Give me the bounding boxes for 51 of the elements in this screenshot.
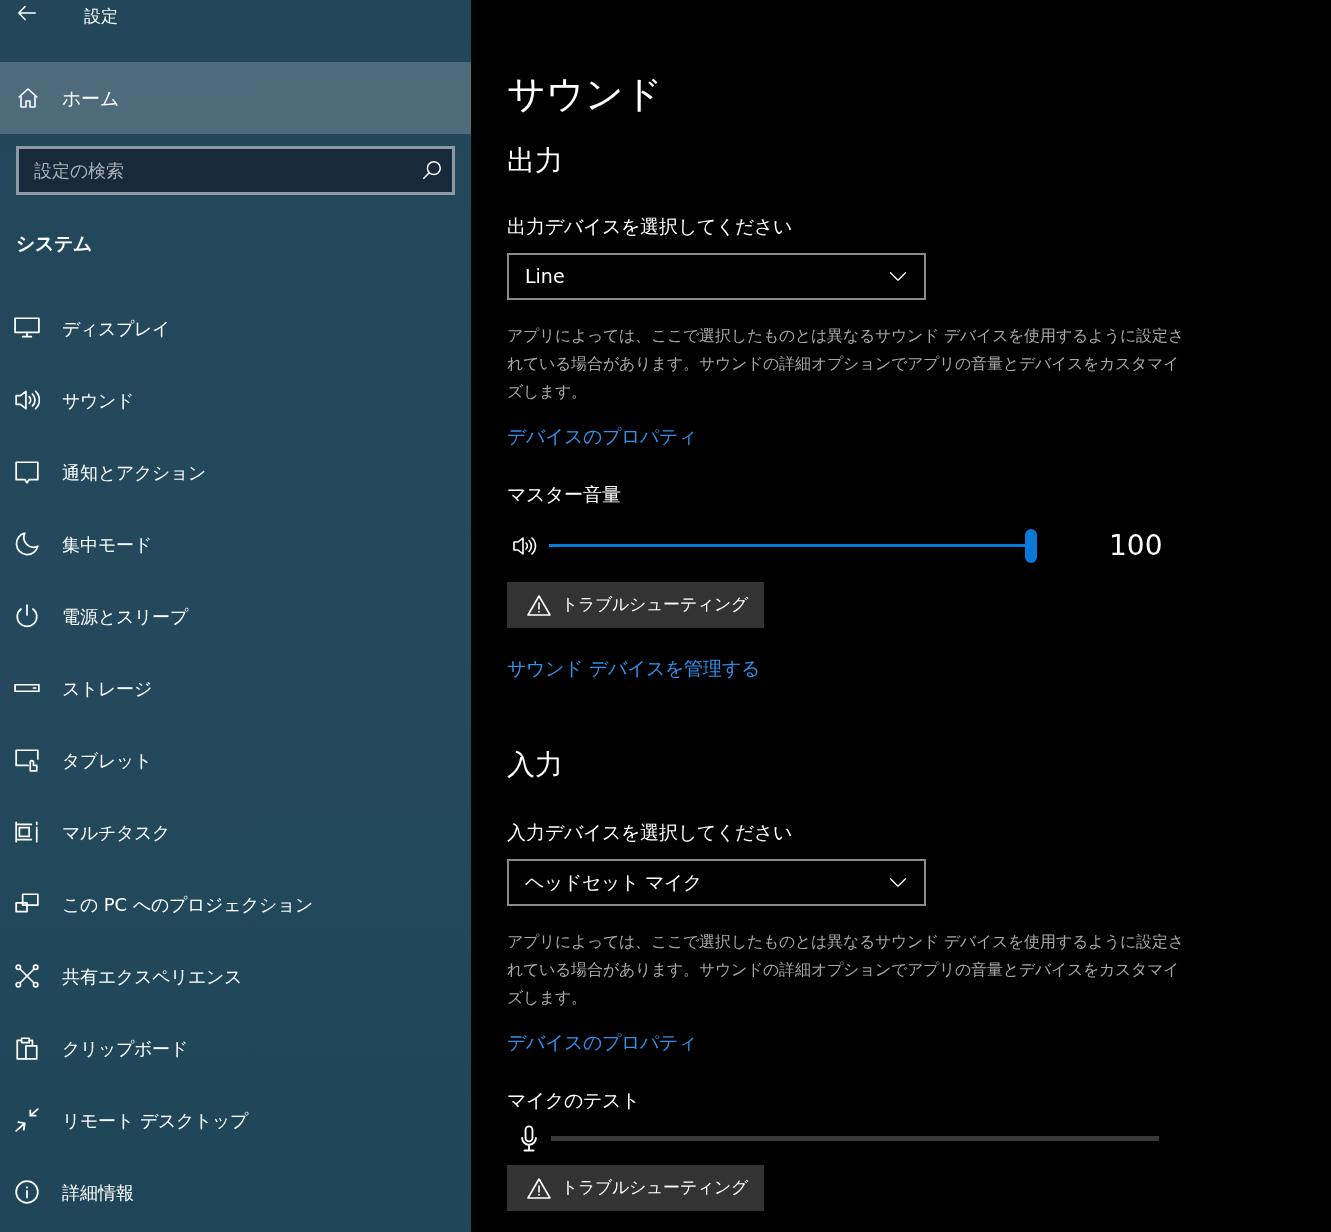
nav-item[interactable]: リモート デスクトップ: [0, 1084, 471, 1156]
nav-item[interactable]: ストレージ: [0, 652, 471, 724]
nav-item[interactable]: この PC へのプロジェクション: [0, 868, 471, 940]
troubleshoot-button[interactable]: トラブルシューティング: [507, 1164, 764, 1211]
section-heading: 入力: [507, 747, 564, 783]
field-label: マイクのテスト: [507, 1088, 641, 1113]
field-label: 出力デバイスを選択してください: [507, 214, 793, 239]
network-nodes-icon: [14, 963, 40, 989]
device-dropdown[interactable]: ヘッドセット マイク: [507, 858, 926, 906]
troubleshoot-button[interactable]: トラブルシューティング: [507, 581, 764, 628]
nav-item[interactable]: サウンド: [0, 364, 471, 436]
field-label: マスター音量: [507, 482, 622, 507]
section-heading: 出力: [507, 143, 564, 179]
moon-icon: [14, 531, 40, 557]
warning-icon: [527, 1176, 551, 1199]
nav-item[interactable]: 共有エクスペリエンス: [0, 940, 471, 1012]
tablet-touch-icon: [14, 747, 40, 773]
info-icon: [14, 1179, 40, 1205]
home-nav-item[interactable]: ホーム: [0, 62, 471, 134]
device-dropdown[interactable]: Line: [507, 252, 926, 300]
link[interactable]: サウンド デバイスを管理する: [507, 653, 761, 682]
speech-bubble-icon: [14, 459, 40, 485]
page-title: サウンド: [507, 71, 664, 118]
volume-value: 100: [1109, 527, 1163, 564]
nav-item[interactable]: ディスプレイ: [0, 292, 471, 364]
description: アプリによっては、ここで選択したものとは異なるサウンド デバイスを使用するように設定されている場合があります。サウンドの詳細オプションでアプリの音量とデバイスをカスタマイズします。: [507, 930, 1186, 1009]
home-icon: [16, 86, 40, 110]
nav-item[interactable]: タブレット: [0, 724, 471, 796]
nav-item[interactable]: 詳細情報: [0, 1156, 471, 1228]
volume-slider[interactable]: [549, 528, 1037, 563]
nav-item[interactable]: クリップボード: [0, 1012, 471, 1084]
remote-arrows-icon: [14, 1107, 40, 1133]
link[interactable]: デバイスのプロパティ: [507, 421, 697, 450]
nav-item[interactable]: 通知とアクション: [0, 436, 471, 508]
power-icon: [14, 603, 40, 629]
nav-item[interactable]: マルチタスク: [0, 796, 471, 868]
multitask-icon: [14, 819, 40, 845]
search-field[interactable]: 設定の検索: [16, 146, 455, 195]
field-label: 入力デバイスを選択してください: [507, 820, 793, 845]
nav-item[interactable]: 集中モード: [0, 508, 471, 580]
speaker-icon: [14, 387, 40, 413]
microphone-icon: [518, 1123, 540, 1154]
window-title: 設定: [84, 5, 118, 28]
link[interactable]: デバイスのプロパティ: [507, 1027, 697, 1056]
search-icon: [421, 159, 443, 181]
monitor-icon: [14, 315, 40, 341]
clipboard-icon: [14, 1035, 40, 1061]
section-heading: システム: [16, 232, 92, 254]
warning-icon: [527, 593, 551, 616]
description: アプリによっては、ここで選択したものとは異なるサウンド デバイスを使用するように設定されている場合があります。サウンドの詳細オプションでアプリの音量とデバイスをカスタマイズします。: [507, 324, 1186, 403]
nav-item[interactable]: 電源とスリープ: [0, 580, 471, 652]
